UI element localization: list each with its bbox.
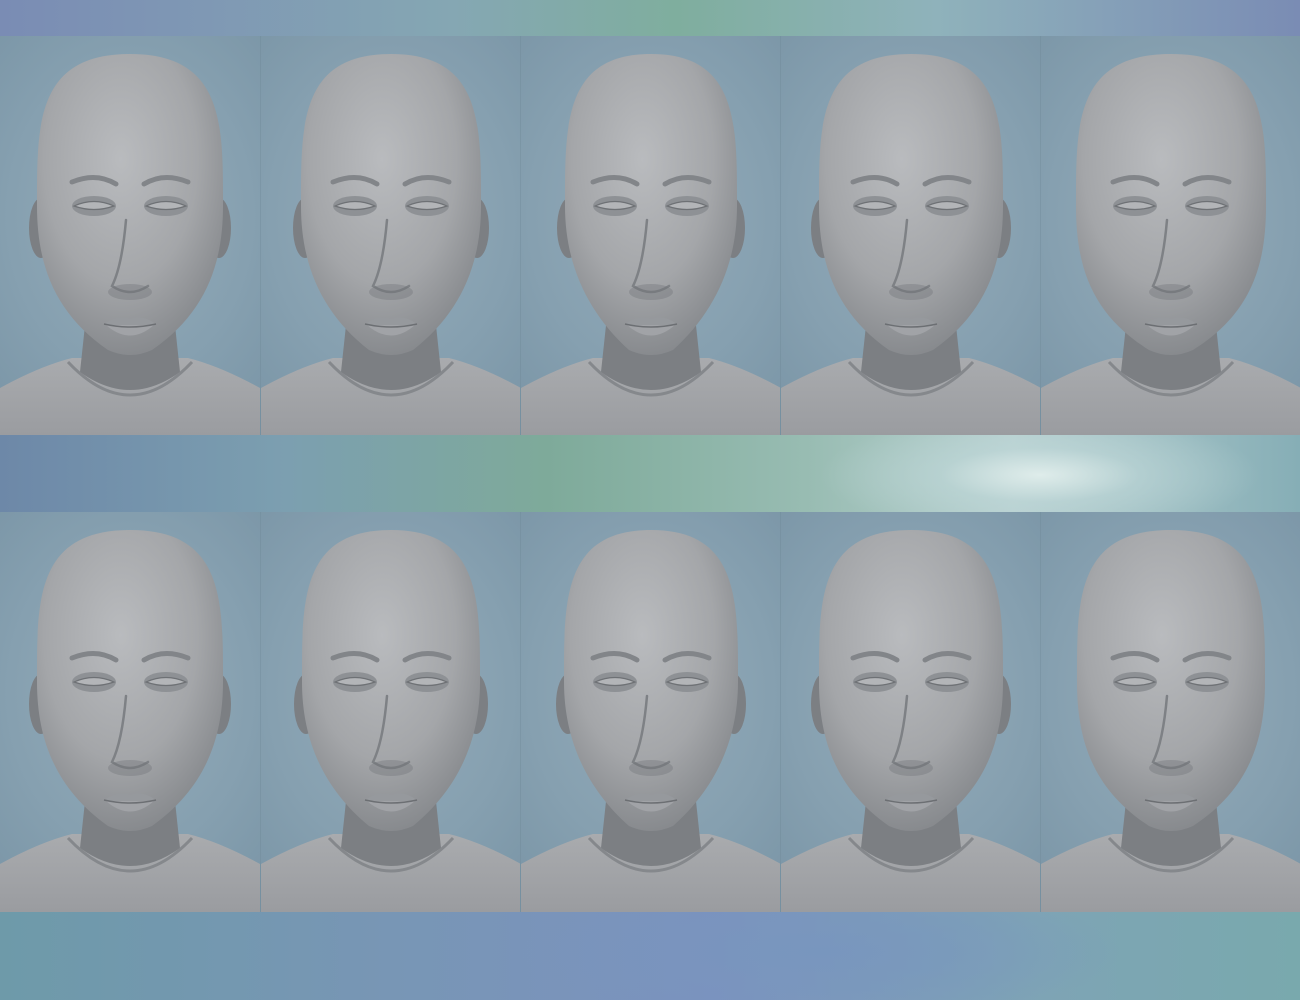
nose-shadow: [369, 284, 413, 300]
face-render: [261, 54, 521, 436]
top-gradient-band: [0, 0, 1300, 36]
face-tile: [0, 36, 260, 436]
head: [301, 530, 481, 831]
face-render: [1041, 530, 1300, 912]
face-render: [0, 530, 260, 912]
nose-shadow: [629, 284, 673, 300]
head: [818, 54, 1004, 355]
nose-shadow: [1149, 284, 1193, 300]
face-row-bottom: [0, 512, 1300, 912]
face-tile: [780, 512, 1041, 912]
nose-shadow: [629, 760, 673, 776]
nose-shadow: [108, 760, 152, 776]
face-render: [521, 54, 781, 436]
head: [36, 54, 224, 355]
face-row-top: [0, 36, 1300, 436]
face-render: [521, 530, 781, 912]
face-render: [261, 530, 521, 912]
head: [1076, 530, 1266, 831]
face-tile: [260, 512, 521, 912]
face-tile: [1040, 36, 1300, 436]
face-render: [781, 530, 1041, 912]
nose-shadow: [889, 760, 933, 776]
head: [564, 54, 738, 355]
face-tile: [520, 36, 781, 436]
head: [563, 530, 739, 831]
face-tile: [520, 512, 781, 912]
face-tile: [0, 512, 260, 912]
nose-shadow: [369, 760, 413, 776]
face-render: [0, 54, 260, 436]
face-tile: [780, 36, 1041, 436]
nose-shadow: [889, 284, 933, 300]
head: [818, 530, 1004, 831]
face-tile: [260, 36, 521, 436]
head: [300, 54, 482, 355]
bottom-gradient-band: [0, 912, 1300, 1000]
face-render: [781, 54, 1041, 436]
face-comparison-render: [0, 0, 1300, 1000]
head: [1075, 54, 1267, 355]
nose-shadow: [108, 284, 152, 300]
middle-gradient-band: [0, 435, 1300, 512]
face-tile: [1040, 512, 1300, 912]
face-render: [1041, 54, 1300, 436]
head: [36, 530, 224, 831]
nose-shadow: [1149, 760, 1193, 776]
